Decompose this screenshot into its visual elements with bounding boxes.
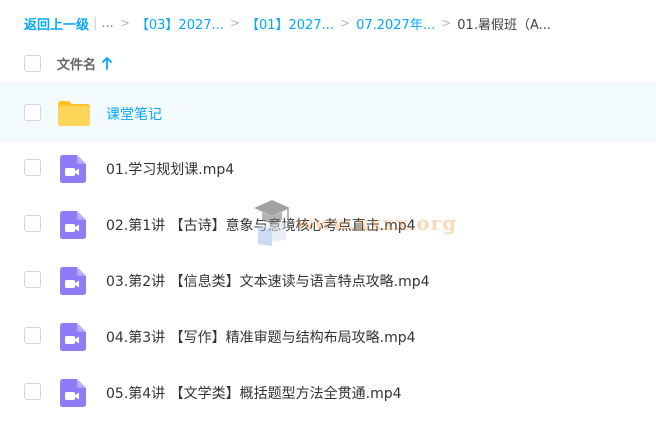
breadcrumb-current: 01.暑假班（A...	[457, 17, 552, 33]
video-file-icon	[60, 211, 86, 239]
row-checkbox[interactable]	[24, 159, 41, 176]
breadcrumb: 返回上一级 | ... > 【03】2027... > 【01】2027... …	[24, 12, 551, 34]
row-checkbox[interactable]	[24, 383, 41, 400]
file-row-folder[interactable]: 课堂笔记	[0, 84, 656, 140]
video-file-icon	[60, 155, 86, 183]
breadcrumb-separator: >	[441, 16, 452, 30]
breadcrumb-divider: |	[93, 15, 98, 31]
column-header-name[interactable]: 文件名	[57, 54, 112, 73]
folder-icon	[58, 101, 90, 126]
file-name[interactable]: 03.第2讲 【信息类】文本速读与语言特点攻略.mp4	[106, 271, 430, 291]
column-header-label: 文件名	[57, 57, 97, 73]
select-all-checkbox[interactable]	[24, 54, 41, 72]
breadcrumb-item[interactable]: 【03】2027...	[136, 14, 224, 33]
file-name[interactable]: 04.第3讲 【写作】精准审题与结构布局攻略.mp4	[106, 327, 416, 347]
video-file-icon	[60, 379, 86, 407]
file-row[interactable]: 03.第2讲 【信息类】文本速读与语言特点攻略.mp4	[0, 252, 656, 308]
breadcrumb-separator: >	[229, 16, 240, 30]
file-name[interactable]: 01.学习规划课.mp4	[106, 159, 234, 179]
list-header: 文件名	[0, 42, 656, 84]
file-row[interactable]: 04.第3讲 【写作】精准审题与结构布局攻略.mp4	[0, 308, 656, 364]
file-row[interactable]: 01.学习规划课.mp4	[0, 140, 656, 196]
row-checkbox[interactable]	[24, 271, 41, 288]
row-checkbox[interactable]	[24, 215, 41, 232]
file-name[interactable]: 05.第4讲 【文学类】概括题型方法全贯通.mp4	[106, 383, 402, 403]
sort-ascending-icon[interactable]	[102, 56, 112, 70]
row-checkbox[interactable]	[24, 104, 41, 121]
file-name[interactable]: 课堂笔记	[106, 104, 162, 124]
file-name[interactable]: 02.第1讲 【古诗】意象与意境核心考点直击.mp4	[106, 215, 416, 235]
video-file-icon	[60, 267, 86, 295]
back-link[interactable]: 返回上一级	[24, 14, 89, 33]
breadcrumb-item[interactable]: 【01】2027...	[246, 14, 334, 33]
breadcrumb-separator: >	[119, 16, 130, 30]
breadcrumb-separator: >	[340, 16, 351, 30]
breadcrumb-ellipsis[interactable]: ...	[101, 16, 113, 31]
breadcrumb-item[interactable]: 07.2027年...	[356, 14, 435, 33]
file-row[interactable]: 05.第4讲 【文学类】概括题型方法全贯通.mp4	[0, 364, 656, 420]
video-file-icon	[60, 323, 86, 351]
file-row[interactable]: 02.第1讲 【古诗】意象与意境核心考点直击.mp4	[0, 196, 656, 252]
row-checkbox[interactable]	[24, 327, 41, 344]
